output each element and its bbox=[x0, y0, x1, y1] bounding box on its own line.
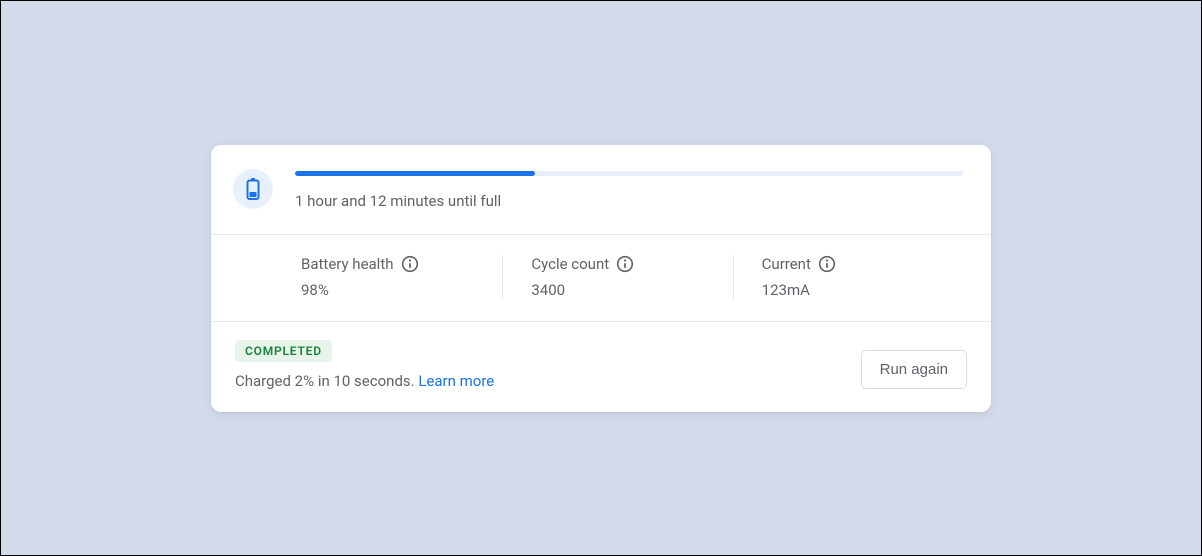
battery-status-card: 1 hour and 12 minutes until full Battery… bbox=[211, 145, 991, 412]
time-until-full: 1 hour and 12 minutes until full bbox=[295, 192, 963, 210]
status-badge: COMPLETED bbox=[235, 340, 332, 362]
cycle-count-value: 3400 bbox=[531, 281, 712, 299]
charge-progress-fill bbox=[295, 171, 535, 176]
result-text: Charged 2% in 10 seconds. Learn more bbox=[235, 372, 494, 390]
result-message: Charged 2% in 10 seconds. bbox=[235, 372, 418, 390]
stat-battery-health: Battery health 98% bbox=[301, 255, 503, 299]
stats-spacer bbox=[239, 255, 301, 299]
progress-area: 1 hour and 12 minutes until full bbox=[295, 167, 963, 210]
current-value: 123mA bbox=[762, 281, 943, 299]
learn-more-link[interactable]: Learn more bbox=[418, 372, 494, 390]
current-label: Current bbox=[762, 255, 811, 273]
charging-section: 1 hour and 12 minutes until full bbox=[211, 145, 991, 234]
result-section: COMPLETED Charged 2% in 10 seconds. Lear… bbox=[211, 321, 991, 412]
battery-icon bbox=[233, 169, 273, 209]
battery-health-label: Battery health bbox=[301, 255, 394, 273]
info-icon[interactable] bbox=[401, 255, 419, 273]
charge-progress-bar bbox=[295, 171, 963, 176]
cycle-count-label: Cycle count bbox=[531, 255, 609, 273]
info-icon[interactable] bbox=[616, 255, 634, 273]
info-icon[interactable] bbox=[818, 255, 836, 273]
battery-health-value: 98% bbox=[301, 281, 482, 299]
run-again-button[interactable]: Run again bbox=[861, 350, 967, 389]
stats-section: Battery health 98% Cycle count 3400 Curr… bbox=[211, 234, 991, 321]
stat-cycle-count: Cycle count 3400 bbox=[503, 255, 733, 299]
stat-current: Current 123mA bbox=[734, 255, 963, 299]
